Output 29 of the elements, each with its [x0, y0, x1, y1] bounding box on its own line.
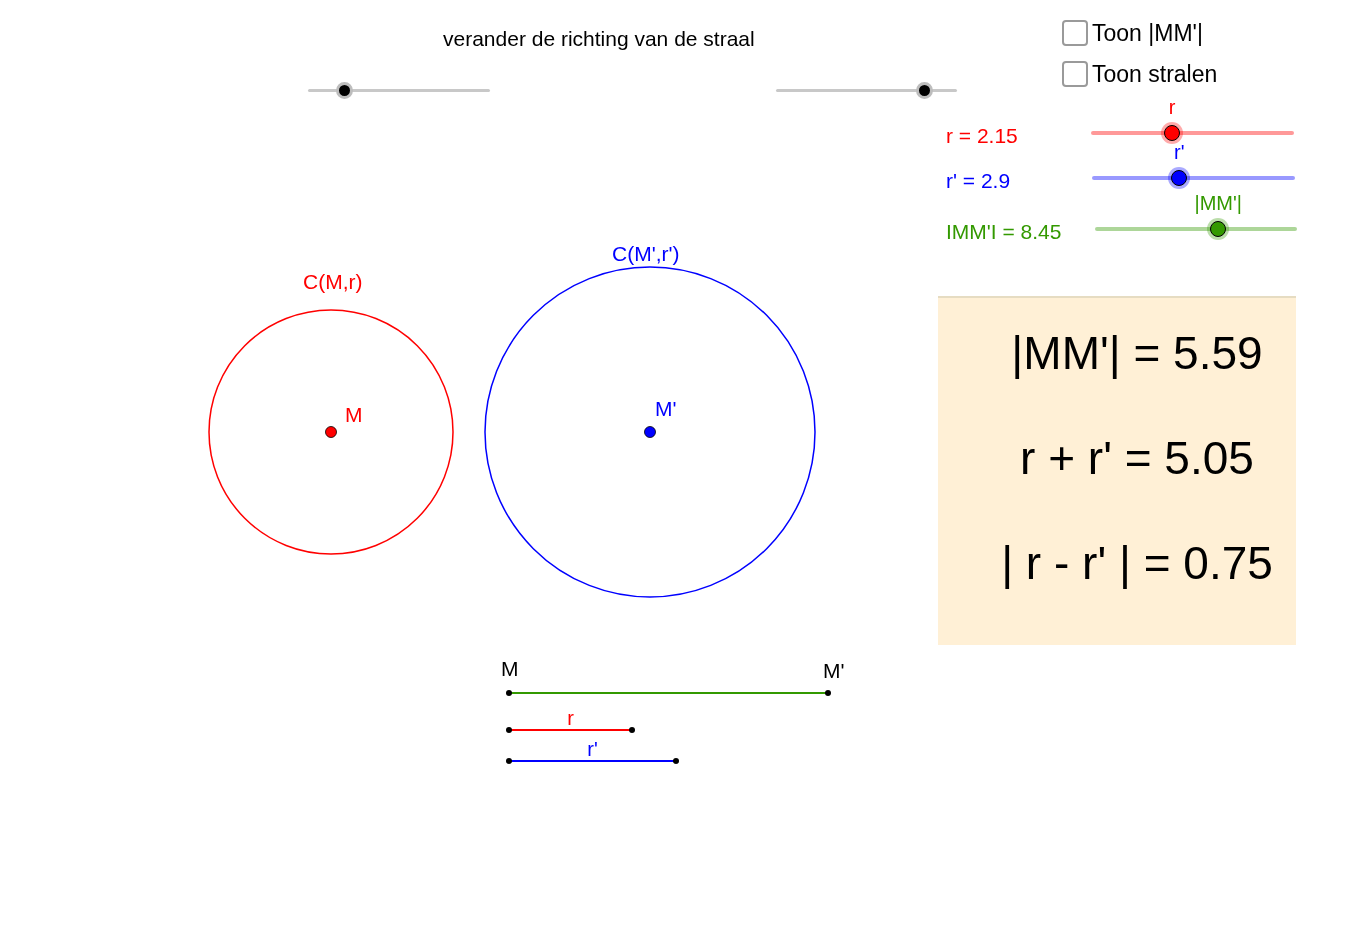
- point-label: M: [345, 402, 363, 428]
- point-label: M: [501, 658, 519, 680]
- checkbox-label: Toon |MM'|: [1092, 20, 1203, 46]
- circle-label: C(M,r): [303, 269, 363, 295]
- point-label: M': [823, 660, 845, 682]
- center-point: [325, 426, 337, 438]
- slider-thumb[interactable]: [916, 82, 934, 99]
- slider-value: IMM'I = 8.45: [946, 219, 1062, 245]
- slider-thumb[interactable]: [1171, 170, 1188, 186]
- slider-thumb[interactable]: [1164, 125, 1181, 141]
- slider-value: r = 2.15: [946, 123, 1018, 149]
- checkbox[interactable]: [1062, 61, 1088, 87]
- circle-label: C(M',r'): [612, 241, 680, 267]
- slider-name: |MM'|: [1194, 192, 1242, 214]
- segment-label: r': [587, 739, 598, 759]
- checkbox[interactable]: [1062, 20, 1088, 46]
- slider-value: r' = 2.9: [946, 168, 1011, 194]
- slider-thumb[interactable]: [336, 82, 354, 99]
- result-text: | r - r' | = 0.75: [1001, 538, 1273, 588]
- result-text: r + r' = 5.05: [1020, 433, 1254, 483]
- checkbox-label: Toon stralen: [1092, 61, 1218, 87]
- slider-name: r': [1174, 141, 1185, 163]
- center-point: [644, 426, 656, 438]
- point-label: M': [655, 396, 677, 422]
- slider-thumb[interactable]: [1210, 221, 1227, 237]
- segment-label: r: [567, 708, 574, 728]
- slider-name: r: [1168, 96, 1176, 118]
- result-text: |MM'| = 5.59: [1011, 328, 1263, 378]
- instruction-text: verander de richting van de straal: [443, 26, 755, 52]
